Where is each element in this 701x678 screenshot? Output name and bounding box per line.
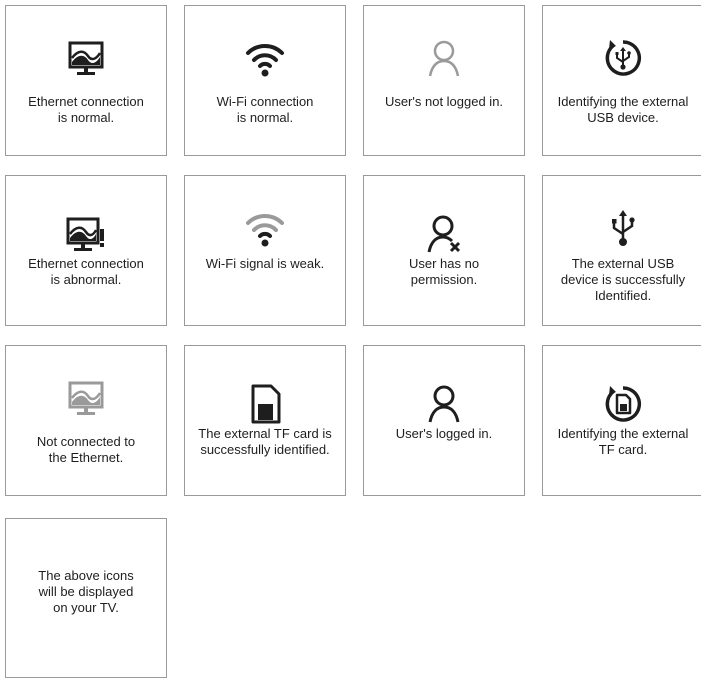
user-outline-icon bbox=[422, 36, 466, 80]
tile-caption: The above icons will be displayed on you… bbox=[38, 568, 134, 615]
user-icon bbox=[422, 382, 466, 426]
status-tile: Identifying the external USB device. bbox=[542, 5, 701, 156]
user-no-permission-icon bbox=[422, 212, 466, 256]
monitor-wave-icon bbox=[64, 36, 108, 80]
tile-caption: Identifying the external TF card. bbox=[557, 426, 689, 457]
tile-caption: User's logged in. bbox=[395, 426, 493, 441]
tile-caption: Ethernet connection is normal. bbox=[28, 94, 144, 125]
monitor-disconnected-icon bbox=[64, 376, 108, 420]
note-tile: The above icons will be displayed on you… bbox=[5, 518, 167, 678]
status-tile: User has no permission. bbox=[363, 175, 525, 326]
usb-refresh-icon bbox=[601, 36, 645, 80]
monitor-warning-icon bbox=[64, 212, 108, 256]
status-tile: The external TF card is successfully ide… bbox=[184, 345, 346, 496]
tile-caption: Wi-Fi signal is weak. bbox=[205, 256, 325, 271]
status-tile: Not connected to the Ethernet. bbox=[5, 345, 167, 496]
tile-caption: User has no permission. bbox=[408, 256, 480, 287]
status-tile: Ethernet connection is abnormal. bbox=[5, 175, 167, 326]
status-tile: Wi-Fi connection is normal. bbox=[184, 5, 346, 156]
tile-caption: Ethernet connection is abnormal. bbox=[28, 256, 144, 287]
wifi-icon bbox=[243, 36, 287, 80]
wifi-weak-icon bbox=[243, 206, 287, 250]
sd-card-refresh-icon bbox=[601, 382, 645, 426]
tile-caption: Identifying the external USB device. bbox=[557, 94, 689, 125]
status-tile: The external USB device is successfully … bbox=[542, 175, 701, 326]
tile-caption: The external TF card is successfully ide… bbox=[198, 426, 332, 457]
status-tile: User's not logged in. bbox=[363, 5, 525, 156]
status-tile: Ethernet connection is normal. bbox=[5, 5, 167, 156]
status-tile: User's logged in. bbox=[363, 345, 525, 496]
sd-card-icon bbox=[243, 382, 287, 426]
status-tile: Identifying the external TF card. bbox=[542, 345, 701, 496]
usb-icon bbox=[601, 206, 645, 250]
tile-caption: The external USB device is successfully … bbox=[560, 256, 686, 303]
status-tile: Wi-Fi signal is weak. bbox=[184, 175, 346, 326]
tile-caption: Not connected to the Ethernet. bbox=[36, 434, 136, 465]
tile-caption: Wi-Fi connection is normal. bbox=[216, 94, 314, 125]
tile-caption: User's not logged in. bbox=[384, 94, 504, 109]
